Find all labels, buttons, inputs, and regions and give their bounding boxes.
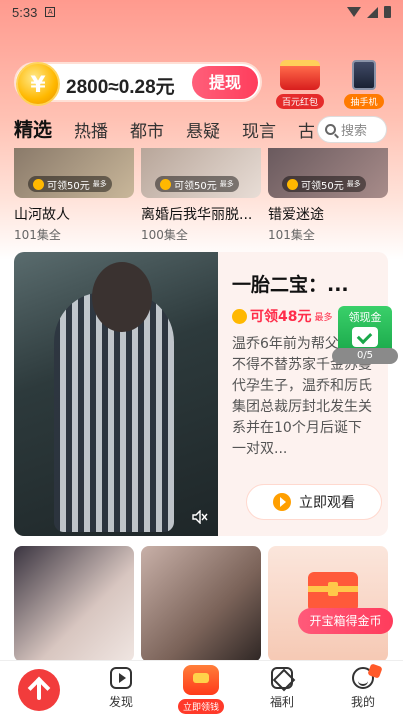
drama-episodes: 101集全 bbox=[14, 228, 61, 242]
coin-icon bbox=[232, 308, 247, 324]
coin-icon bbox=[160, 178, 171, 190]
drama-title: 离婚后我华丽脱... bbox=[141, 207, 253, 223]
drama-card[interactable] bbox=[14, 546, 134, 662]
wallet-icon bbox=[183, 665, 219, 695]
home-up-arrow-button[interactable] bbox=[18, 669, 60, 711]
notification-icon: A bbox=[45, 7, 56, 17]
tab-featured[interactable]: 精选 bbox=[14, 116, 52, 146]
reward-badge-text: 可领50元 bbox=[301, 180, 344, 192]
reward-badge: 可领50元 最多 bbox=[28, 176, 112, 192]
drama-card[interactable] bbox=[141, 546, 261, 662]
status-icons bbox=[347, 6, 391, 18]
status-bar: 5:33 A bbox=[0, 0, 403, 24]
nav-welfare-label: 福利 bbox=[269, 695, 294, 709]
search-input[interactable]: 搜索 bbox=[317, 116, 387, 143]
featured-drama-card[interactable]: 一胎二宝：... 可领48元 最多 温乔6年前为帮父还债不得不替苏家千金苏曼代孕… bbox=[14, 252, 388, 536]
nav-mine-label: 我的 bbox=[350, 695, 375, 709]
tab-ancient[interactable]: 古 bbox=[298, 117, 314, 146]
nav-claim-money[interactable]: 立即领钱 bbox=[178, 665, 224, 714]
nav-mine[interactable]: 我的 bbox=[335, 663, 391, 710]
search-placeholder: 搜索 bbox=[341, 124, 368, 139]
reward-badge: 可领50元 最多 bbox=[155, 176, 239, 192]
featured-title: 一胎二宝：... bbox=[232, 274, 349, 296]
watch-now-button[interactable]: 立即观看 bbox=[246, 484, 382, 520]
drama-card[interactable]: 可领50元 最多 错爱迷途 101集全 bbox=[268, 148, 388, 243]
drama-episodes: 100集全 bbox=[141, 228, 188, 242]
drama-card[interactable]: 可领50元 最多 山河故人 101集全 bbox=[14, 148, 134, 243]
featured-reward-text: 可领48元 bbox=[250, 309, 312, 325]
lottery-phone-reward[interactable]: 抽手机 bbox=[338, 60, 390, 109]
nav-welfare[interactable]: 福利 bbox=[254, 667, 310, 710]
red-packet-reward[interactable]: 百元红包 bbox=[274, 60, 326, 109]
drama-title: 错爱迷途 bbox=[268, 207, 324, 223]
coin-icon bbox=[33, 178, 44, 190]
drama-title: 山河故人 bbox=[14, 207, 70, 223]
treasure-chest-card[interactable] bbox=[268, 546, 388, 662]
nav-discover-label: 发现 bbox=[108, 695, 133, 709]
bottom-nav: 发现 立即领钱 福利 我的 bbox=[0, 660, 403, 718]
tab-mystery[interactable]: 悬疑 bbox=[186, 117, 220, 146]
reward-badge-small: 最多 bbox=[92, 180, 107, 188]
status-time: 5:33 bbox=[12, 4, 38, 20]
drama-cover: 可领50元 最多 bbox=[268, 148, 388, 198]
mute-icon[interactable] bbox=[192, 510, 208, 524]
app-page: 5:33 A ¥ 2800≈0.28元 提现 百元红包 抽手机 精选 热播 都市… bbox=[0, 0, 403, 718]
tab-romance[interactable]: 现言 bbox=[242, 117, 276, 146]
coin-icon bbox=[287, 178, 298, 190]
battery-icon bbox=[384, 6, 391, 18]
reward-badge-small: 最多 bbox=[219, 180, 234, 188]
category-tabs: 精选 热播 都市 悬疑 现言 古 bbox=[14, 116, 314, 146]
red-packet-icon bbox=[280, 60, 320, 90]
featured-video-preview[interactable] bbox=[14, 252, 218, 536]
lottery-phone-label: 抽手机 bbox=[344, 94, 384, 109]
claim-cash-badge[interactable]: 领现金 bbox=[338, 306, 392, 354]
play-square-icon bbox=[110, 667, 132, 689]
featured-reward-small: 最多 bbox=[314, 312, 333, 323]
tab-hot[interactable]: 热播 bbox=[74, 117, 108, 146]
open-treasure-button[interactable]: 开宝箱得金币 bbox=[298, 608, 393, 634]
signal-icon bbox=[367, 6, 378, 18]
featured-info: 一胎二宝：... 可领48元 最多 温乔6年前为帮父还债不得不替苏家千金苏曼代孕… bbox=[232, 252, 388, 536]
reward-badge-small: 最多 bbox=[346, 180, 361, 188]
nav-discover[interactable]: 发现 bbox=[93, 667, 149, 710]
search-icon bbox=[325, 124, 336, 135]
wifi-icon bbox=[347, 7, 361, 17]
drama-cover: 可领50元 最多 bbox=[14, 148, 134, 198]
withdraw-button[interactable]: 提现 bbox=[192, 66, 258, 99]
red-packet-label: 百元红包 bbox=[275, 94, 324, 109]
video-figure-head bbox=[92, 262, 152, 332]
cash-progress: 0/5 bbox=[332, 348, 398, 364]
drama-episodes: 101集全 bbox=[268, 228, 315, 242]
claim-cash-label: 领现金 bbox=[348, 311, 382, 324]
reward-badge: 可领50元 最多 bbox=[282, 176, 366, 192]
drama-cover: 可领50元 最多 bbox=[141, 148, 261, 198]
tab-urban[interactable]: 都市 bbox=[130, 117, 164, 146]
treasure-chest-icon bbox=[308, 572, 358, 612]
play-icon bbox=[273, 493, 291, 511]
gold-coin-icon: ¥ bbox=[16, 62, 60, 106]
nav-claim-label: 立即领钱 bbox=[178, 699, 224, 714]
featured-reward: 可领48元 最多 bbox=[232, 306, 333, 326]
drama-card[interactable]: 可领50元 最多 离婚后我华丽脱... 100集全 bbox=[141, 148, 261, 243]
reward-badge-text: 可领50元 bbox=[174, 180, 217, 192]
coin-balance-bar: ¥ 2800≈0.28元 提现 bbox=[14, 62, 262, 106]
reward-badge-text: 可领50元 bbox=[47, 180, 90, 192]
check-icon bbox=[352, 327, 378, 347]
watch-now-label: 立即观看 bbox=[299, 495, 355, 511]
phone-icon bbox=[352, 60, 376, 90]
gift-icon bbox=[271, 667, 293, 689]
coin-balance-text: 2800≈0.28元 bbox=[66, 77, 175, 98]
